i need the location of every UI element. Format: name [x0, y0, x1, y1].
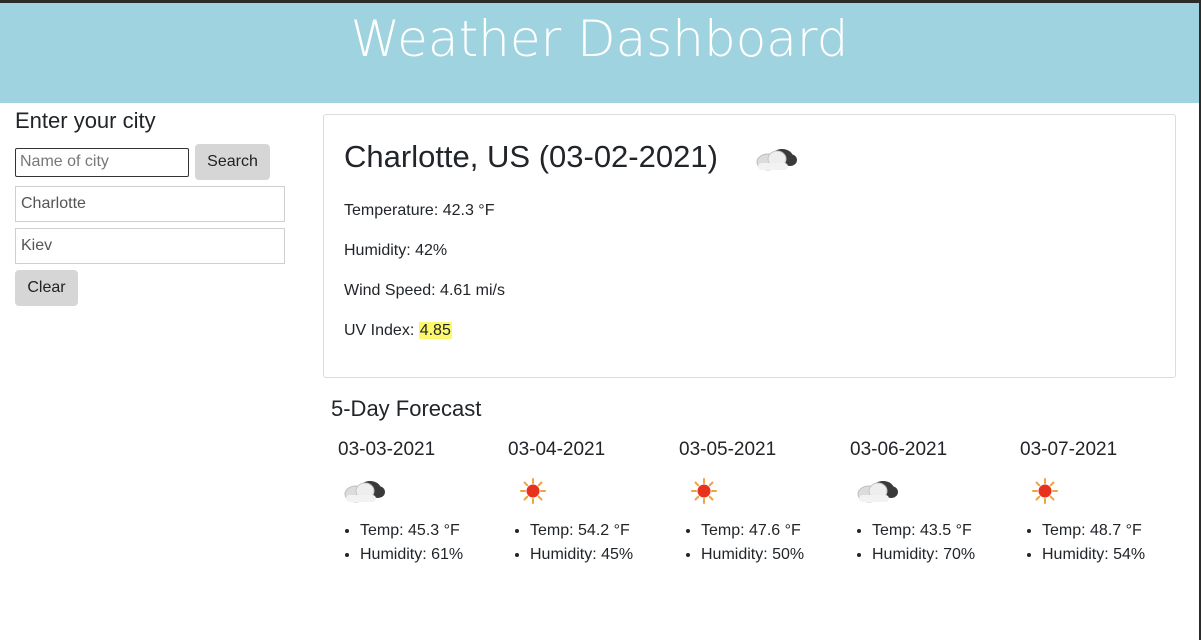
uv-index-badge: 4.85 [418, 322, 452, 339]
forecast-humidity: Humidity: 45% [530, 543, 633, 567]
forecast-details: Temp: 47.6 °F Humidity: 50% [679, 519, 804, 567]
forecast-humidity: Humidity: 54% [1042, 543, 1145, 567]
history-item-kiev[interactable]: Kiev [15, 228, 285, 264]
sun-icon [519, 477, 547, 510]
cloud-icon [754, 145, 798, 178]
forecast-card: 03-06-2021 Temp: 43.5 °F Humidity: 70% [850, 435, 1010, 563]
app-window: Weather Dashboard Enter your city Search… [0, 0, 1201, 640]
page-title: Weather Dashboard [350, 10, 849, 68]
forecast-details: Temp: 54.2 °F Humidity: 45% [508, 519, 633, 567]
forecast-date: 03-03-2021 [338, 439, 436, 460]
search-row: Search [15, 144, 287, 180]
forecast-temp: Temp: 43.5 °F [872, 519, 975, 543]
uv-index-row: UV Index: 4.85 [344, 321, 452, 341]
forecast-humidity: Humidity: 70% [872, 543, 975, 567]
forecast-humidity: Humidity: 50% [701, 543, 804, 567]
forecast-card: 03-03-2021 Temp: 45.3 °F Humidity: 61% [338, 435, 498, 563]
cloud-icon [342, 477, 386, 510]
cloud-icon [855, 477, 899, 510]
wind-speed-text: Wind Speed: 4.61 mi/s [344, 282, 505, 299]
city-search-input[interactable] [15, 147, 189, 177]
history-item-charlotte[interactable]: Charlotte [15, 186, 285, 222]
forecast-title: 5-Day Forecast [331, 396, 482, 421]
forecast-details: Temp: 45.3 °F Humidity: 61% [338, 519, 463, 567]
forecast-card: 03-07-2021 Temp: 48.7 °F Humidity: 54% [1020, 435, 1180, 563]
forecast-details: Temp: 48.7 °F Humidity: 54% [1020, 519, 1145, 567]
search-button[interactable]: Search [195, 144, 270, 180]
humidity-text: Humidity: 42% [344, 242, 448, 259]
clear-button[interactable]: Clear [15, 270, 78, 306]
uv-index-label: UV Index: [344, 322, 419, 339]
sun-icon [690, 477, 718, 510]
page-header: Weather Dashboard [0, 3, 1199, 103]
forecast-date: 03-06-2021 [850, 439, 948, 460]
forecast-temp: Temp: 48.7 °F [1042, 519, 1145, 543]
forecast-card: 03-05-2021 Temp: 47.6 °F Humidity: 50% [679, 435, 839, 563]
forecast-humidity: Humidity: 61% [360, 543, 463, 567]
search-sidebar: Enter your city Search Charlotte Kiev Cl… [15, 106, 287, 306]
forecast-details: Temp: 43.5 °F Humidity: 70% [850, 519, 975, 567]
sidebar-heading: Enter your city [15, 108, 156, 133]
forecast-date: 03-05-2021 [679, 439, 777, 460]
forecast-temp: Temp: 47.6 °F [701, 519, 804, 543]
forecast-temp: Temp: 45.3 °F [360, 519, 463, 543]
temperature-text: Temperature: 42.3 °F [344, 202, 495, 219]
current-weather-card: Charlotte, US (03-02-2021) Temperature: … [323, 114, 1176, 378]
forecast-card: 03-04-2021 Temp: 54.2 °F Humidity: 45% [508, 435, 668, 563]
forecast-date: 03-07-2021 [1020, 439, 1118, 460]
forecast-temp: Temp: 54.2 °F [530, 519, 633, 543]
forecast-date: 03-04-2021 [508, 439, 606, 460]
current-city-title: Charlotte, US (03-02-2021) [344, 139, 718, 174]
sun-icon [1031, 477, 1059, 510]
